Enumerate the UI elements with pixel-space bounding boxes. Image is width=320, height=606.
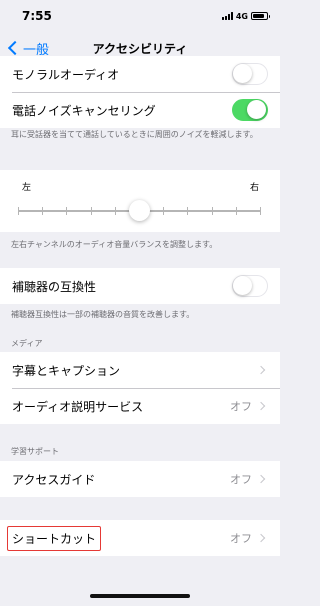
captions-label: 字幕とキャプション: [12, 363, 121, 378]
noise-cancellation-row[interactable]: 電話ノイズキャンセリング: [0, 92, 280, 128]
mono-audio-toggle[interactable]: [232, 63, 268, 85]
slider-tick: [18, 207, 19, 215]
balance-note: 左右チャンネルのオーディオ音量バランスを調整します。: [11, 240, 218, 249]
battery-icon: [251, 12, 270, 20]
hac-row[interactable]: 補聴器の互換性: [0, 268, 280, 304]
slider-tick: [187, 207, 188, 215]
audio-description-label: オーディオ説明サービス: [12, 399, 144, 414]
home-indicator: [90, 594, 190, 598]
balance-right-label: 右: [249, 183, 259, 193]
hac-group: 補聴器の互換性: [0, 268, 280, 304]
chevron-left-icon: [7, 40, 23, 56]
hac-label: 補聴器の互換性: [12, 279, 97, 294]
guided-access-row[interactable]: アクセスガイド オフ: [0, 461, 280, 497]
slider-tick: [163, 207, 164, 215]
toggle-knob: [247, 100, 266, 119]
battery-fill: [253, 14, 265, 18]
noise-cancellation-toggle[interactable]: [232, 99, 268, 121]
shortcut-value: オフ: [230, 532, 252, 545]
hearing-settings-group: モノラルオーディオ 電話ノイズキャンセリング: [0, 56, 280, 128]
network-type: 4G: [235, 11, 248, 21]
slider-tick: [260, 207, 261, 215]
media-section-header: メディア: [11, 339, 43, 348]
audio-description-row[interactable]: オーディオ説明サービス オフ: [0, 388, 280, 424]
status-indicators: 4G: [221, 11, 270, 21]
slider-tick: [212, 207, 213, 215]
shortcut-label: ショートカット: [7, 525, 102, 551]
toggle-knob: [233, 64, 252, 83]
balance-left-label: 左: [22, 183, 32, 193]
captions-row[interactable]: 字幕とキャプション: [0, 352, 280, 388]
slider-tick: [91, 207, 92, 215]
media-group: 字幕とキャプション オーディオ説明サービス オフ: [0, 352, 280, 424]
shortcut-group: ショートカット オフ: [0, 520, 280, 556]
hac-toggle[interactable]: [232, 275, 268, 297]
balance-labels: 左 右: [22, 180, 259, 193]
status-time: 7:55: [22, 9, 52, 23]
mono-audio-row[interactable]: モノラルオーディオ: [0, 56, 280, 92]
back-label: 一般: [23, 42, 50, 58]
status-bar: 7:55 4G: [0, 0, 280, 32]
mono-audio-label: モノラルオーディオ: [12, 67, 120, 82]
slider-tick: [115, 207, 116, 215]
noise-cancellation-note: 耳に受話器を当てて通話しているときに周囲のノイズを軽減します。: [11, 130, 258, 139]
slider-tick: [42, 207, 43, 215]
chevron-right-icon: [256, 401, 266, 411]
slider-tick: [236, 207, 237, 215]
chevron-right-icon: [256, 365, 266, 375]
slider-tick: [66, 207, 67, 215]
signal-icon: [221, 12, 233, 20]
toggle-knob: [233, 276, 252, 295]
audio-description-value: オフ: [230, 400, 252, 413]
guided-access-value: オフ: [230, 473, 252, 486]
hac-note: 補聴器互換性は一部の補聴器の音質を改善します。: [11, 310, 195, 319]
balance-slider-group: 左 右: [0, 170, 280, 232]
guided-access-label: アクセスガイド: [12, 472, 96, 487]
shortcut-row[interactable]: ショートカット オフ: [0, 520, 280, 556]
learning-group: アクセスガイド オフ: [0, 461, 280, 497]
learning-section-header: 学習サポート: [11, 447, 59, 456]
noise-cancellation-label: 電話ノイズキャンセリング: [12, 103, 156, 118]
chevron-right-icon: [256, 533, 266, 543]
balance-slider-knob[interactable]: [128, 200, 150, 221]
chevron-right-icon: [256, 474, 266, 484]
page-title: アクセシビリティ: [92, 42, 188, 56]
